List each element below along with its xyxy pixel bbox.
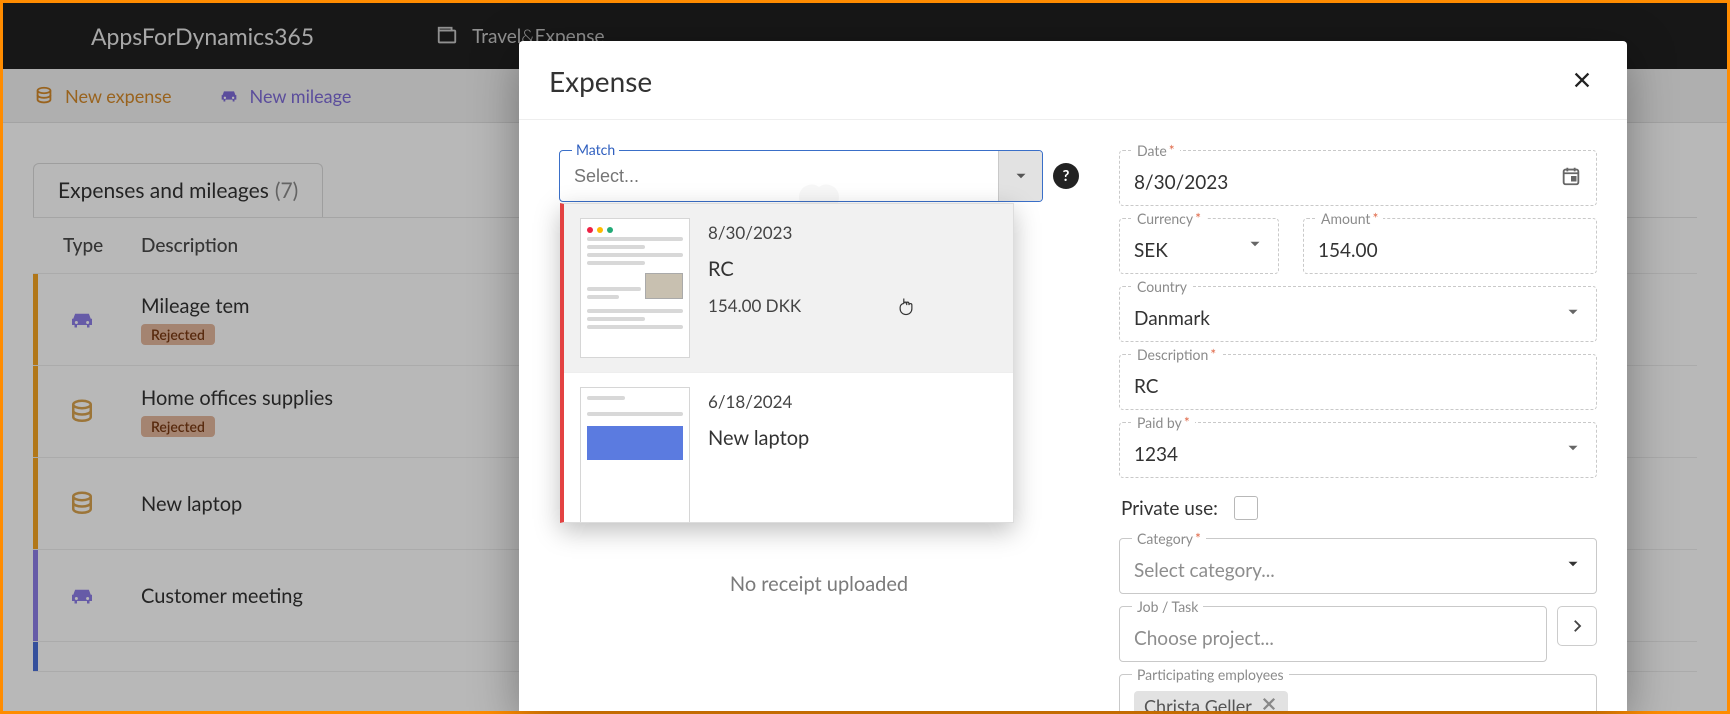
wallet-icon (436, 25, 458, 47)
match-input[interactable] (560, 158, 998, 195)
coins-icon (63, 397, 101, 427)
match-dropdown-toggle[interactable] (998, 151, 1042, 201)
new-expense-link[interactable]: New expense (33, 85, 172, 107)
close-icon (1571, 69, 1593, 91)
close-icon (1260, 695, 1278, 711)
paid-by-field[interactable]: Paid by* 1234 (1119, 422, 1597, 478)
new-mileage-link[interactable]: New mileage (218, 85, 352, 107)
help-icon[interactable]: ? (1053, 163, 1079, 189)
receipt-thumbnail (580, 218, 690, 358)
option-date: 8/30/2023 (708, 222, 801, 243)
status-badge: Rejected (141, 324, 215, 345)
car-icon (218, 85, 240, 107)
match-label: Match (572, 141, 619, 158)
caret-down-icon (1564, 439, 1582, 457)
chevron-right-icon (1568, 617, 1586, 635)
option-date: 6/18/2024 (708, 391, 809, 412)
caret-down-icon (1564, 303, 1582, 321)
currency-field[interactable]: Currency* SEK (1119, 218, 1279, 274)
brand: AppsForDynamics365 (3, 22, 402, 50)
car-icon (63, 305, 101, 335)
private-use-row: Private use: (1119, 490, 1597, 526)
country-field[interactable]: Country Danmark (1119, 286, 1597, 342)
cursor-icon (897, 297, 915, 323)
caret-down-icon (1564, 555, 1582, 573)
option-name: New laptop (708, 426, 809, 450)
caret-down-icon (1246, 235, 1264, 253)
job-task-field[interactable]: Job / Task Choose project... (1119, 606, 1547, 662)
car-icon (63, 581, 101, 611)
coins-icon (63, 489, 101, 519)
job-open-button[interactable] (1557, 606, 1597, 646)
receipt-thumbnail (580, 387, 690, 523)
caret-down-icon (1012, 167, 1030, 185)
match-option[interactable]: 6/18/2024 New laptop (564, 373, 1013, 523)
tab-expenses-mileages[interactable]: Expenses and mileages (7) (33, 163, 323, 217)
date-field[interactable]: Date* 8/30/2023 (1119, 150, 1597, 206)
participant-chip: Christa Geller (1134, 691, 1288, 711)
match-dropdown: 8/30/2023 RC 154.00 DKK (560, 203, 1014, 523)
option-name: RC (708, 257, 801, 281)
private-use-checkbox[interactable] (1234, 496, 1258, 520)
chip-remove[interactable] (1260, 695, 1278, 711)
option-amount: 154.00 DKK (708, 295, 801, 316)
status-badge: Rejected (141, 416, 215, 437)
participants-field[interactable]: Participating employees Christa Geller (1119, 674, 1597, 711)
close-button[interactable] (1567, 61, 1597, 101)
category-field[interactable]: Category* Select category... (1119, 538, 1597, 594)
calendar-icon (1560, 165, 1582, 187)
no-receipt-text: No receipt uploaded (559, 572, 1079, 596)
description-field[interactable]: Description* RC (1119, 354, 1597, 410)
coins-icon (33, 85, 55, 107)
expense-modal: Expense Match (519, 41, 1627, 711)
match-option[interactable]: 8/30/2023 RC 154.00 DKK (564, 204, 1013, 373)
modal-title: Expense (549, 64, 652, 98)
amount-field[interactable]: Amount* 154.00 (1303, 218, 1597, 274)
modal-header: Expense (519, 41, 1627, 120)
col-type[interactable]: Type (63, 234, 141, 257)
